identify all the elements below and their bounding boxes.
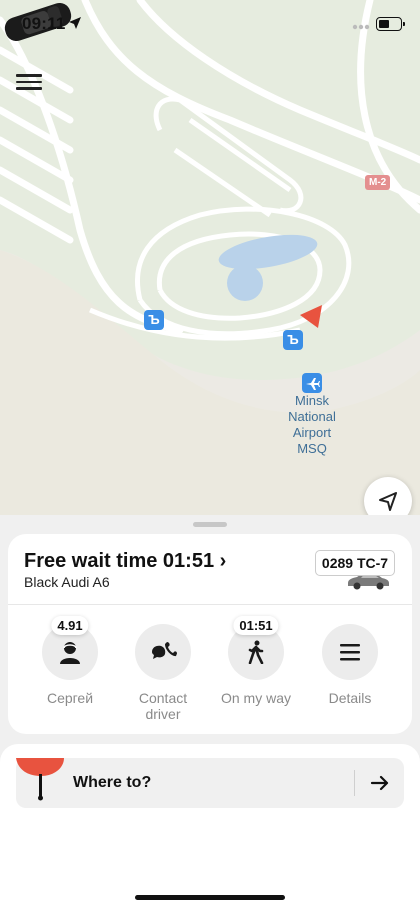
- sheet-drag-handle[interactable]: [193, 522, 227, 527]
- bus-stop-icon[interactable]: Ъ: [144, 310, 164, 330]
- walking-person-icon: [248, 640, 264, 664]
- status-time: 09:11: [22, 14, 66, 33]
- action-label: Contact driver: [138, 690, 188, 722]
- details-button[interactable]: Details: [305, 624, 395, 706]
- battery-level: [379, 20, 389, 28]
- action-circle: [322, 624, 378, 680]
- action-circle: [135, 624, 191, 680]
- airport-label-line: National: [288, 409, 336, 424]
- card-divider: [8, 604, 412, 605]
- destination-pin-icon: [16, 758, 64, 801]
- walk-timer-badge: 01:51: [233, 616, 279, 635]
- action-circle: 4.91: [42, 616, 98, 680]
- driver-avatar-icon: [60, 642, 80, 664]
- action-circle: 01:51: [228, 616, 284, 680]
- navigation-arrow-icon: [379, 492, 397, 511]
- location-arrow-icon: [69, 17, 81, 29]
- action-label: On my way: [220, 690, 291, 706]
- on-my-way-button[interactable]: 01:51 On my way: [211, 616, 301, 706]
- ride-card: Free wait time 01:51 › Black Audi A6 028…: [8, 534, 412, 734]
- airport-label-line: Airport: [292, 425, 332, 440]
- where-to-input[interactable]: Where to?: [16, 758, 404, 808]
- menu-lines-icon: [340, 644, 360, 661]
- input-separator: [354, 770, 355, 796]
- signal-dots-icon: [352, 24, 374, 30]
- airport-label: Minsk National Airport MSQ: [272, 393, 352, 457]
- home-indicator[interactable]: [135, 895, 285, 900]
- wait-time-title[interactable]: Free wait time 01:51 ›: [24, 550, 226, 573]
- road-label-badge: M-2: [365, 175, 391, 190]
- contact-driver-button[interactable]: Contact driver: [118, 624, 208, 722]
- driver-profile-button[interactable]: 4.91 Сергей: [25, 616, 115, 706]
- action-label: Сергей: [46, 690, 94, 706]
- license-plate: 0289 ТС-7: [315, 550, 395, 576]
- airplane-icon[interactable]: [302, 373, 322, 393]
- bus-stop-icon[interactable]: Ъ: [283, 330, 303, 350]
- driver-rating-badge: 4.91: [51, 616, 89, 635]
- airport-label-line: Minsk: [295, 393, 329, 408]
- phone-chat-icon: [152, 642, 177, 659]
- action-label: Details: [328, 690, 372, 706]
- battery-icon: [376, 17, 405, 31]
- status-bar: 09:11: [0, 0, 420, 48]
- hamburger-menu-icon[interactable]: [16, 70, 42, 92]
- airport-label-line: MSQ: [297, 441, 327, 456]
- arrow-right-icon[interactable]: [369, 772, 391, 794]
- where-to-placeholder: Where to?: [73, 774, 152, 791]
- car-model: Black Audi A6: [24, 574, 110, 590]
